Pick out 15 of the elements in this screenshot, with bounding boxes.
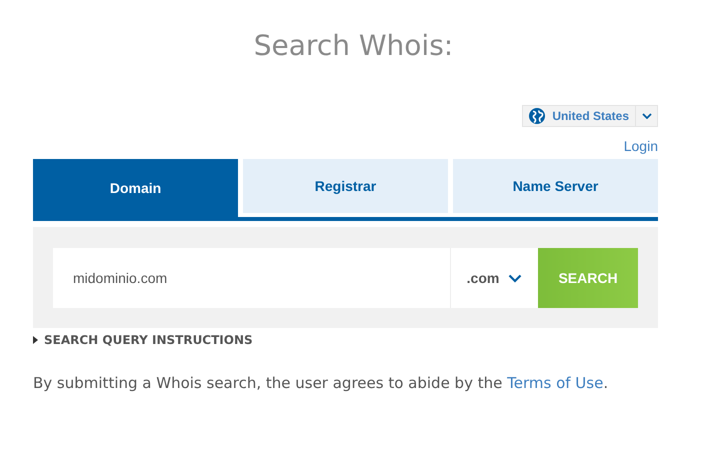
instructions-toggle[interactable]: SEARCH QUERY INSTRUCTIONS	[33, 332, 253, 348]
terms-link[interactable]: Terms of Use	[507, 374, 604, 392]
domain-field[interactable]: midominio.com	[53, 248, 450, 308]
page-title: Search Whois:	[252, 28, 454, 64]
tab[interactable]: Registrar	[243, 159, 448, 213]
country-selector[interactable]: United States	[522, 105, 636, 127]
globe-icon	[529, 108, 546, 124]
chevron-down-icon	[508, 274, 522, 282]
terms-notice: By submitting a Whois search, the user agrees to abide by the Terms of Use.	[33, 374, 610, 392]
chevron-down-icon	[642, 113, 652, 119]
tab[interactable]: Name Server	[453, 159, 658, 213]
tab[interactable]: Domain	[33, 159, 238, 217]
dropdown-button[interactable]	[636, 105, 658, 127]
tld-dropdown[interactable]: .com	[450, 248, 538, 308]
login-link[interactable]: Login	[624, 137, 658, 155]
